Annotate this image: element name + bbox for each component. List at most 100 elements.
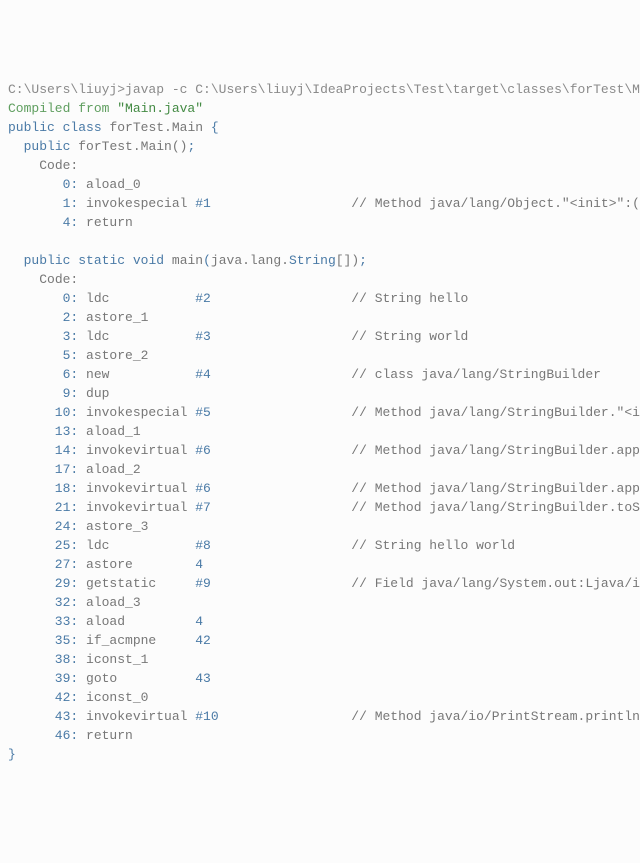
comment: String hello world <box>375 538 515 553</box>
main-offset: 42: <box>8 690 78 705</box>
comment-marker: // <box>211 500 375 515</box>
main-instr: aload_1 <box>78 424 140 439</box>
main-line: 42: iconst_0 <box>8 688 640 707</box>
main-line: 18: invokevirtual #6 // Method java/lang… <box>8 479 640 498</box>
main-instr: astore_2 <box>78 348 148 363</box>
main-offset: 32: <box>8 595 78 610</box>
main-ref: #7 <box>195 500 211 515</box>
main-instr: aload <box>78 614 195 629</box>
ctor-line: 0: aload_0 <box>8 175 640 194</box>
comment-marker: // <box>211 329 375 344</box>
main-offset: 33: <box>8 614 78 629</box>
main-offset: 21: <box>8 500 78 515</box>
main-instr: ldc <box>78 538 195 553</box>
comment-marker: // <box>211 538 375 553</box>
comment-marker: // <box>211 196 375 211</box>
main-offset: 2: <box>8 310 78 325</box>
main-offset: 5: <box>8 348 78 363</box>
main-line: 38: iconst_1 <box>8 650 640 669</box>
ctor-instr: invokespecial <box>78 196 195 211</box>
close-brace: } <box>8 745 640 764</box>
compiled-from: Compiled from "Main.java" <box>8 99 640 118</box>
main-ref: 4 <box>195 557 203 572</box>
main-line: 43: invokevirtual #10 // Method java/io/… <box>8 707 640 726</box>
main-instr: astore <box>78 557 195 572</box>
ctor-ref: #1 <box>195 196 211 211</box>
comment-marker: // <box>211 443 375 458</box>
blank <box>8 232 640 251</box>
main-ref: 43 <box>195 671 211 686</box>
main-line: 39: goto 43 <box>8 669 640 688</box>
main-instr: ldc <box>78 329 195 344</box>
main-line: 2: astore_1 <box>8 308 640 327</box>
main-line: 13: aload_1 <box>8 422 640 441</box>
main-offset: 46: <box>8 728 78 743</box>
main-line: 5: astore_2 <box>8 346 640 365</box>
ctor-offset: 1: <box>8 196 78 211</box>
main-offset: 10: <box>8 405 78 420</box>
main-line: 17: aload_2 <box>8 460 640 479</box>
main-line: 0: ldc #2 // String hello <box>8 289 640 308</box>
main-ref: #2 <box>195 291 211 306</box>
main-instr: new <box>78 367 195 382</box>
main-ref: #5 <box>195 405 211 420</box>
main-instr: invokevirtual <box>78 709 195 724</box>
main-ref: #9 <box>195 576 211 591</box>
ctor-instr: return <box>78 215 133 230</box>
main-instr: invokevirtual <box>78 500 195 515</box>
main-instr: astore_1 <box>78 310 148 325</box>
code-label: Code: <box>8 156 640 175</box>
main-line: 25: ldc #8 // String hello world <box>8 536 640 555</box>
main-ref: 42 <box>195 633 211 648</box>
main-line: 33: aload 4 <box>8 612 640 631</box>
main-ref: #3 <box>195 329 211 344</box>
code-label-main: Code: <box>8 270 640 289</box>
main-line: 35: if_acmpne 42 <box>8 631 640 650</box>
comment-marker: // <box>211 481 375 496</box>
comment: class java/lang/StringBuilder <box>375 367 601 382</box>
main-ref: #4 <box>195 367 211 382</box>
main-line: 29: getstatic #9 // Field java/lang/Syst… <box>8 574 640 593</box>
main-instr: if_acmpne <box>78 633 195 648</box>
main-line: 9: dup <box>8 384 640 403</box>
main-decl: public static void main(java.lang.String… <box>8 251 640 270</box>
main-instr: dup <box>78 386 109 401</box>
main-offset: 17: <box>8 462 78 477</box>
main-ref: #8 <box>195 538 211 553</box>
ctor-offset: 4: <box>8 215 78 230</box>
comment: Method java/io/PrintStream.println:(Z)V <box>375 709 640 724</box>
main-instr: invokespecial <box>78 405 195 420</box>
main-offset: 6: <box>8 367 78 382</box>
class-decl: public class forTest.Main { <box>8 118 640 137</box>
comment: Method java/lang/StringBuilder."<init>": <box>375 405 640 420</box>
main-line: 24: astore_3 <box>8 517 640 536</box>
main-instr: goto <box>78 671 195 686</box>
main-offset: 3: <box>8 329 78 344</box>
main-instr: aload_2 <box>78 462 140 477</box>
command-line: C:\Users\liuyj>javap -c C:\Users\liuyj\I… <box>8 80 640 99</box>
comment-marker: // <box>211 576 375 591</box>
main-offset: 13: <box>8 424 78 439</box>
main-ref: #10 <box>195 709 218 724</box>
main-offset: 43: <box>8 709 78 724</box>
main-instr: return <box>78 728 133 743</box>
comment: Method java/lang/Object."<init>":()V <box>375 196 640 211</box>
main-offset: 27: <box>8 557 78 572</box>
ctor-line: 1: invokespecial #1 // Method java/lang/… <box>8 194 640 213</box>
main-offset: 35: <box>8 633 78 648</box>
comment: String hello <box>375 291 469 306</box>
main-line: 21: invokevirtual #7 // Method java/lang… <box>8 498 640 517</box>
main-instr: invokevirtual <box>78 481 195 496</box>
comment: Method java/lang/StringBuilder.append:(L <box>375 481 640 496</box>
main-line: 6: new #4 // class java/lang/StringBuild… <box>8 365 640 384</box>
terminal-output: C:\Users\liuyj>javap -c C:\Users\liuyj\I… <box>8 80 640 764</box>
main-line: 27: astore 4 <box>8 555 640 574</box>
ctor-offset: 0: <box>8 177 78 192</box>
main-line: 3: ldc #3 // String world <box>8 327 640 346</box>
ctor-line: 4: return <box>8 213 640 232</box>
main-line: 14: invokevirtual #6 // Method java/lang… <box>8 441 640 460</box>
main-offset: 14: <box>8 443 78 458</box>
main-offset: 18: <box>8 481 78 496</box>
main-line: 46: return <box>8 726 640 745</box>
main-offset: 9: <box>8 386 78 401</box>
